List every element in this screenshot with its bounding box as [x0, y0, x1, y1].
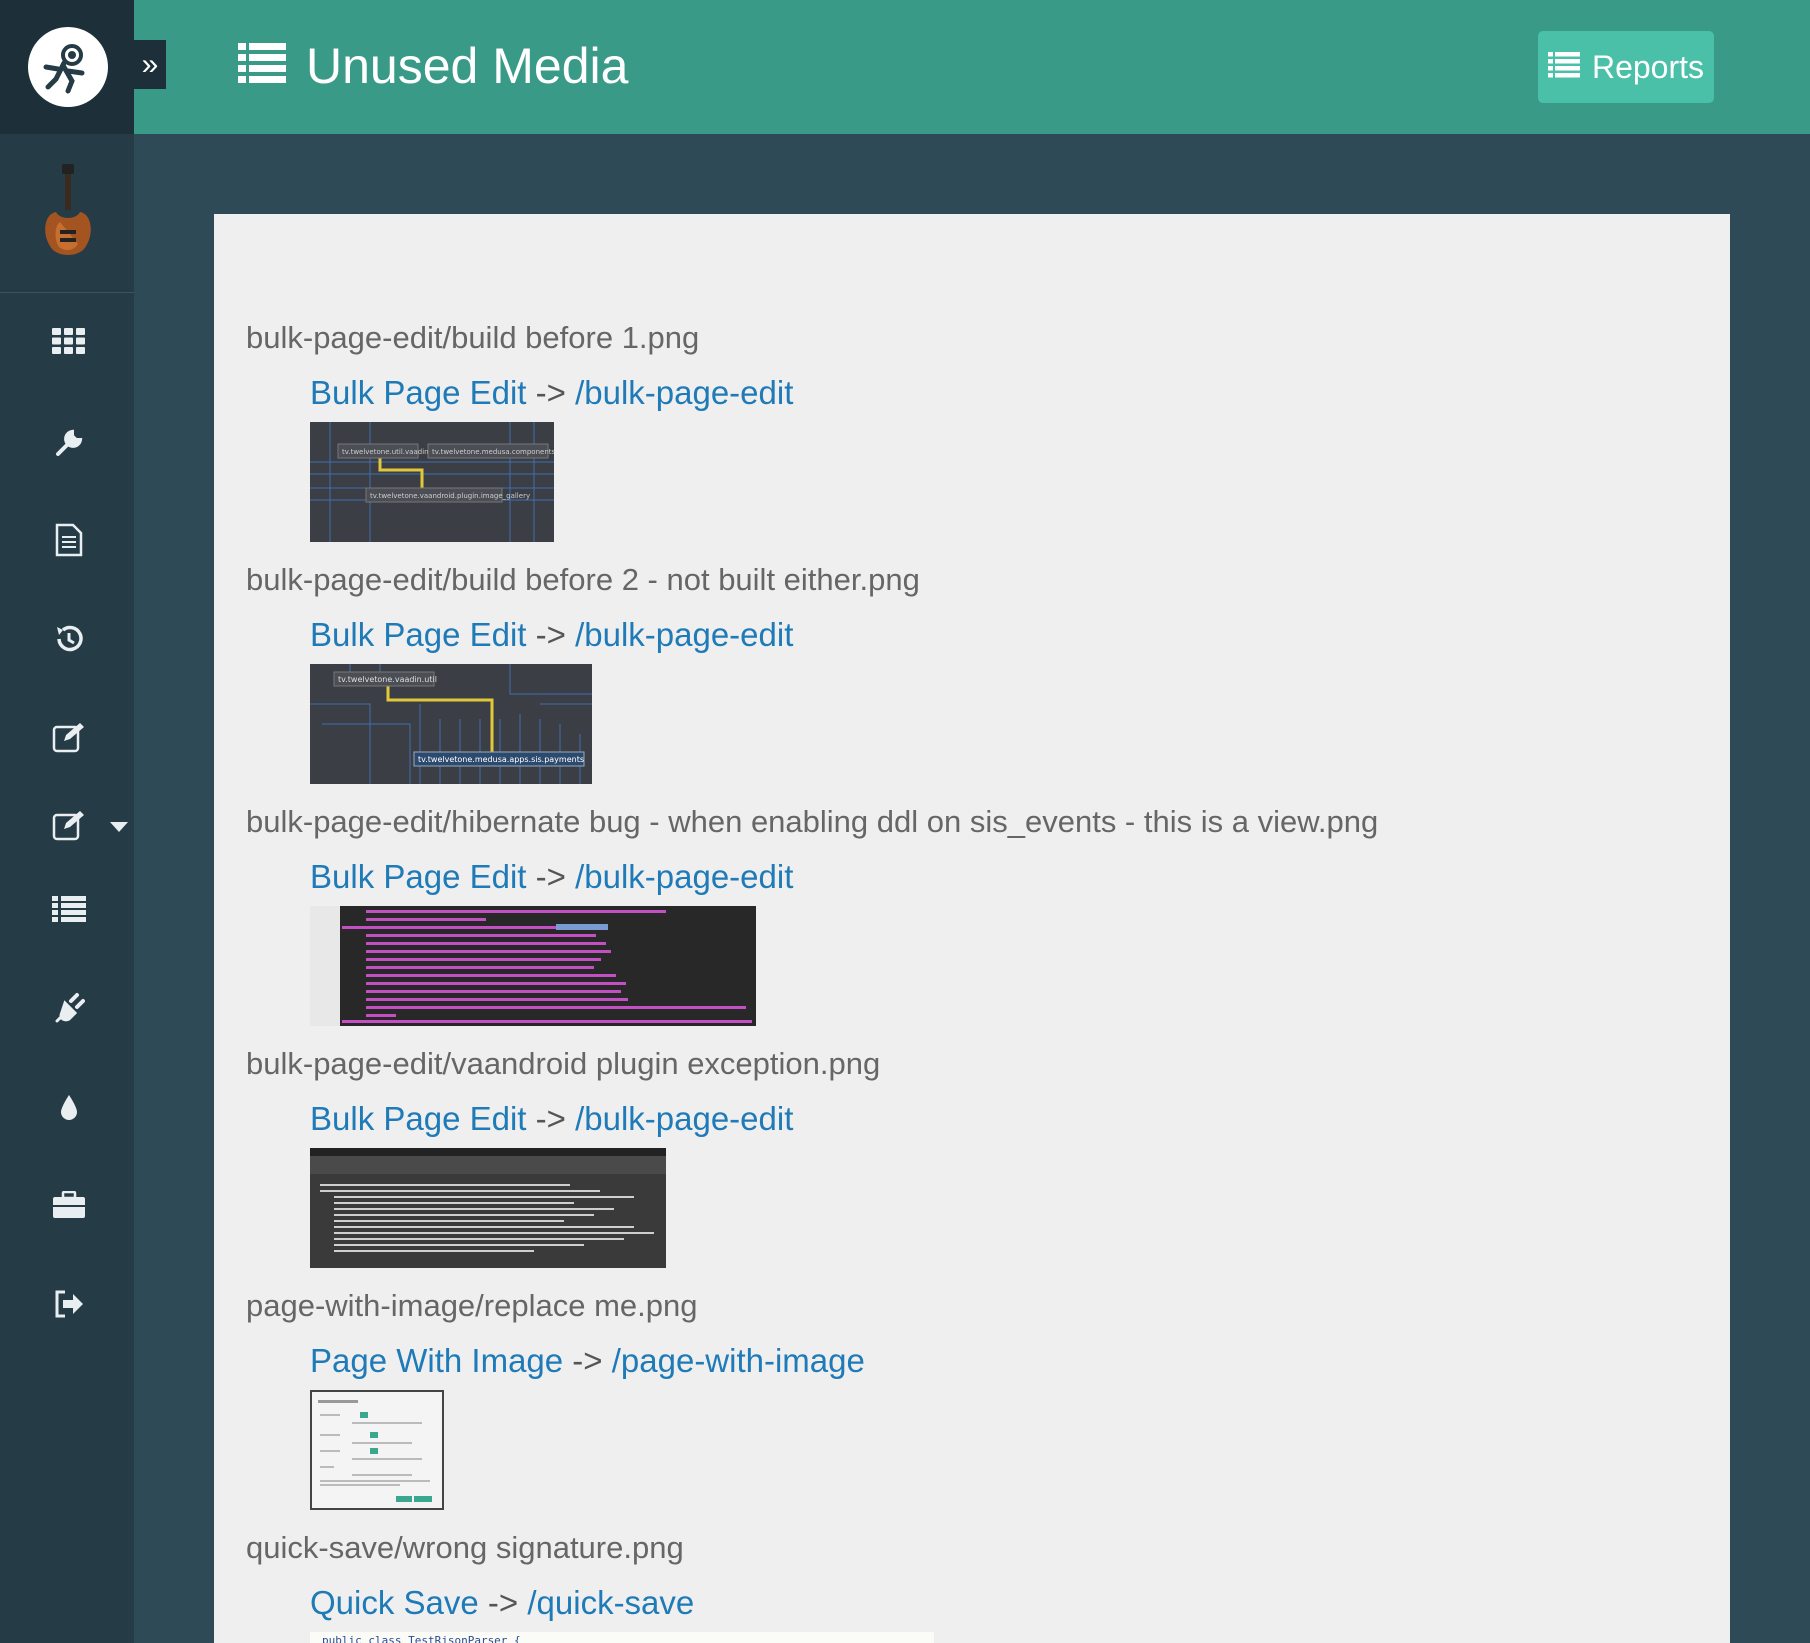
media-entry: bulk-page-edit/hibernate bug - when enab… — [246, 802, 1378, 1026]
thumb-label-a: tv.twelvetone.util.vaadin — [342, 448, 429, 456]
astronaut-logo-icon — [28, 27, 108, 107]
history-icon[interactable] — [42, 612, 96, 666]
chevron-down-icon[interactable] — [110, 822, 128, 832]
top-header: » Unused Media Reports — [134, 0, 1810, 134]
apps-grid-icon[interactable] — [42, 314, 96, 368]
page-title-link[interactable]: Bulk Page Edit — [310, 1100, 526, 1137]
page-title-link[interactable]: Bulk Page Edit — [310, 858, 526, 895]
thumb-label-a: tv.twelvetone.vaadin.util — [338, 675, 437, 684]
wrench-icon[interactable] — [42, 416, 96, 470]
media-entry: bulk-page-edit/build before 1.png Bulk P… — [246, 318, 793, 542]
media-file-path: bulk-page-edit/build before 2 - not buil… — [246, 562, 920, 597]
page-path-link[interactable]: /bulk-page-edit — [575, 858, 793, 895]
unused-media-panel: bulk-page-edit/build before 1.png Bulk P… — [214, 214, 1730, 1643]
media-file-path: page-with-image/replace me.png — [246, 1288, 698, 1323]
page-title-text: Unused Media — [306, 38, 629, 94]
plug-icon[interactable] — [42, 981, 96, 1035]
page-reference: Quick Save -> /quick-save — [310, 1582, 934, 1624]
page-path-link[interactable]: /bulk-page-edit — [575, 616, 793, 653]
list-icon — [1547, 49, 1580, 86]
briefcase-icon[interactable] — [42, 1178, 96, 1232]
double-chevron-right-icon: » — [141, 47, 159, 81]
page-title-link[interactable]: Quick Save — [310, 1584, 479, 1621]
guitar-avatar-icon — [38, 164, 98, 264]
media-thumbnail[interactable]: tv.twelvetone.util.vaadin tv.twelvetone.… — [310, 422, 554, 542]
edit-icon[interactable] — [42, 710, 96, 764]
media-entry: bulk-page-edit/vaandroid plugin exceptio… — [246, 1044, 880, 1268]
thumb-label-b: tv.twelvetone.medusa.apps.sis.payments — [418, 755, 584, 764]
page-path-link[interactable]: /bulk-page-edit — [575, 374, 793, 411]
reports-button[interactable]: Reports — [1538, 31, 1714, 103]
arrow-text: -> — [572, 1342, 603, 1379]
page-reference: Page With Image -> /page-with-image — [310, 1340, 865, 1382]
media-file-path: quick-save/wrong signature.png — [246, 1530, 684, 1565]
thumb-label-c: tv.twelvetone.vaandroid.plugin.image_gal… — [370, 492, 530, 500]
page-title: Unused Media — [238, 36, 628, 96]
arrow-text: -> — [535, 616, 566, 653]
sidebar-toggle-button[interactable]: » — [134, 40, 166, 89]
media-entry: page-with-image/replace me.png Page With… — [246, 1286, 865, 1510]
page-reference: Bulk Page Edit -> /bulk-page-edit — [310, 372, 793, 414]
page-title-link[interactable]: Page With Image — [310, 1342, 563, 1379]
page-path-link[interactable]: /page-with-image — [612, 1342, 865, 1379]
media-thumbnail[interactable] — [310, 1148, 666, 1268]
list-icon[interactable] — [42, 882, 96, 936]
arrow-text: -> — [487, 1584, 519, 1621]
drop-icon[interactable] — [42, 1080, 96, 1134]
media-thumbnail[interactable]: tv.twelvetone.vaadin.util tv.twelvetone.… — [310, 664, 592, 784]
media-thumbnail[interactable] — [310, 906, 756, 1026]
code-snippet: public class TestRjsonParser { — [322, 1634, 521, 1643]
edit-dropdown-icon[interactable] — [42, 798, 96, 852]
media-thumbnail[interactable] — [310, 1390, 444, 1510]
list-icon — [238, 37, 286, 95]
logo-area[interactable] — [0, 0, 134, 134]
media-entry: bulk-page-edit/build before 2 - not buil… — [246, 560, 920, 784]
thumb-label-b: tv.twelvetone.medusa.components.mail — [432, 448, 554, 456]
page-path-link[interactable]: /quick-save — [527, 1584, 694, 1621]
user-avatar-area — [0, 134, 134, 293]
page-reference: Bulk Page Edit -> /bulk-page-edit — [310, 614, 920, 656]
arrow-text: -> — [535, 1100, 566, 1137]
media-file-path: bulk-page-edit/hibernate bug - when enab… — [246, 804, 1379, 839]
page-reference: Bulk Page Edit -> /bulk-page-edit — [310, 1098, 880, 1140]
arrow-text: -> — [535, 858, 566, 895]
media-file-path: bulk-page-edit/vaandroid plugin exceptio… — [246, 1046, 881, 1081]
reports-button-label: Reports — [1591, 48, 1705, 85]
page-path-link[interactable]: /bulk-page-edit — [575, 1100, 793, 1137]
logout-icon[interactable] — [42, 1277, 96, 1331]
media-entry: quick-save/wrong signature.png Quick Sav… — [246, 1528, 934, 1643]
media-file-path: bulk-page-edit/build before 1.png — [246, 320, 700, 355]
media-thumbnail[interactable]: public class TestRjsonParser { — [310, 1632, 934, 1643]
page-title-link[interactable]: Bulk Page Edit — [310, 374, 526, 411]
sidebar — [0, 0, 134, 1643]
page-title-link[interactable]: Bulk Page Edit — [310, 616, 526, 653]
page-reference: Bulk Page Edit -> /bulk-page-edit — [310, 856, 1378, 898]
arrow-text: -> — [535, 374, 566, 411]
document-icon[interactable] — [42, 513, 96, 567]
